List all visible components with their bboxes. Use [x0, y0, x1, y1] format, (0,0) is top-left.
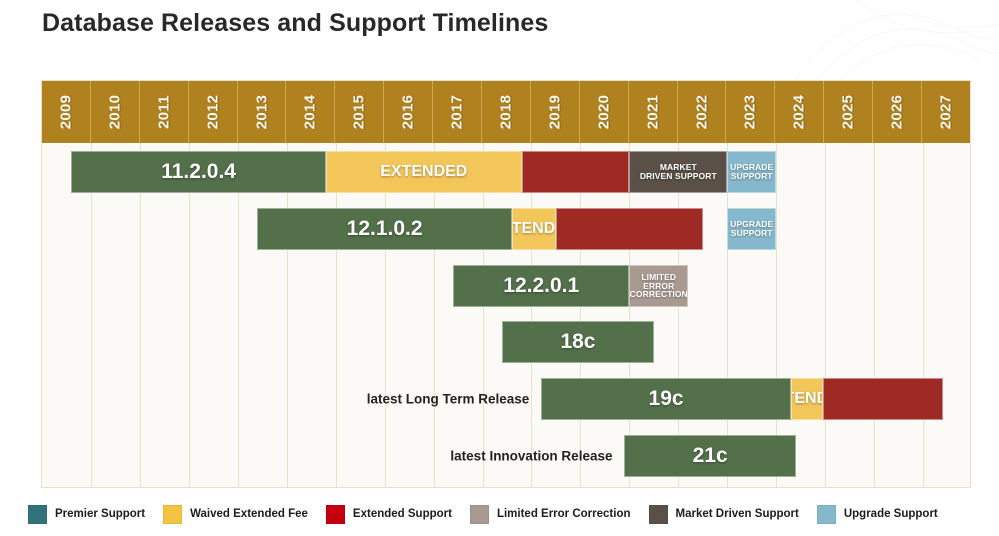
year-header-cell-2018[interactable]: 2018	[482, 81, 531, 143]
row-label: latest Long Term Release	[366, 391, 530, 407]
timeline-row-18c: 18c	[42, 321, 970, 363]
timeline-row-12.2.0.1: 12.2.0.1 LIMITED ERROR CORRECTION	[42, 265, 970, 307]
year-label: 2027	[937, 94, 955, 130]
year-header-cell-2022[interactable]: 2022	[678, 81, 727, 143]
year-label: 2012	[204, 94, 222, 130]
year-label: 2026	[888, 94, 906, 130]
timeline-row-19c: latest Long Term Release 19c EXTENDED	[42, 378, 970, 420]
segment-label: 12.2.0.1	[503, 273, 580, 297]
year-header-cell-2019[interactable]: 2019	[531, 81, 580, 143]
year-header-cell-2017[interactable]: 2017	[433, 81, 483, 143]
legend-item-4[interactable]: Market Driven Support	[648, 504, 799, 524]
year-label: 2021	[644, 94, 662, 130]
year-header-cell-2024[interactable]: 2024	[775, 81, 825, 143]
year-label: 2015	[350, 94, 368, 130]
segment-label: 12.1.0.2	[346, 216, 423, 240]
legend-label: Market Driven Support	[675, 508, 799, 520]
timeline-segment-11.2.0.4-upgrade_support[interactable]: UPGRADE SUPPORT	[727, 151, 777, 193]
legend-swatch	[163, 504, 183, 524]
timeline-segment-11.2.0.4-market_driven_support[interactable]: MARKET DRIVEN SUPPORT	[629, 151, 728, 193]
year-label: 2014	[301, 94, 319, 130]
year-label: 2009	[57, 94, 75, 130]
timeline-segment-12.2.0.1-limited_error_correction[interactable]: LIMITED ERROR CORRECTION	[629, 265, 689, 307]
legend-swatch	[469, 504, 489, 524]
legend-label: Extended Support	[352, 508, 452, 520]
chart-legend: Premier Support Waived Extended Fee Extend…	[28, 503, 983, 525]
segment-label: 11.2.0.4	[161, 159, 236, 183]
segment-label: MARKET DRIVEN SUPPORT	[639, 162, 717, 181]
segment-label: 18c	[560, 329, 596, 353]
year-header-cell-2026[interactable]: 2026	[873, 81, 923, 143]
year-label: 2023	[741, 94, 759, 130]
segment-label: 21c	[692, 443, 728, 467]
legend-item-2[interactable]: Extended Support	[325, 504, 452, 524]
year-header-cell-2027[interactable]: 2027	[922, 81, 970, 143]
year-label: 2018	[497, 94, 515, 130]
year-header-cell-2011[interactable]: 2011	[140, 81, 189, 143]
timeline-segment-21c-premier_support[interactable]: 21c	[624, 435, 796, 477]
year-header-cell-2012[interactable]: 2012	[189, 81, 238, 143]
timeline-segment-19c-waived_extended_fee[interactable]: EXTENDED	[790, 378, 823, 420]
legend-item-5[interactable]: Upgrade Support	[816, 504, 938, 524]
year-header-cell-2013[interactable]: 2013	[238, 81, 287, 143]
legend-label: Limited Error Correction	[496, 508, 631, 520]
page-title: Database Releases and Support Timelines	[42, 9, 549, 37]
year-header-cell-2023[interactable]: 2023	[726, 81, 776, 143]
row-label: latest Innovation Release	[450, 448, 613, 464]
timeline-segment-11.2.0.4-waived_extended_fee[interactable]: EXTENDED	[325, 151, 522, 193]
timeline-segment-19c-premier_support[interactable]: 19c	[541, 378, 791, 420]
segment-label: 19c	[648, 386, 684, 410]
legend-label: Premier Support	[55, 508, 146, 520]
timeline-segment-18c-premier_support[interactable]: 18c	[502, 321, 654, 363]
legend-swatch	[648, 504, 668, 524]
timeline-segment-12.1.0.2-extended_support[interactable]	[555, 208, 703, 250]
segment-label: EXTENDED	[511, 219, 556, 237]
timeline-row-12.1.0.2: 12.1.0.2 EXTENDED UPGRADESUPPORT	[42, 208, 970, 250]
timeline-segment-12.1.0.2-upgrade_support[interactable]: UPGRADE SUPPORT	[727, 208, 777, 250]
timeline-segment-12.1.0.2-waived_extended_fee[interactable]: EXTENDED	[511, 208, 556, 250]
timeline-rows: 11.2.0.4 EXTENDED MARKET DRIVEN SUPPORT UPGR…	[42, 143, 970, 487]
year-header-cell-2014[interactable]: 2014	[286, 81, 336, 143]
legend-item-1[interactable]: Waived Extended Fee	[163, 504, 308, 524]
year-label: 2017	[448, 94, 466, 130]
timeline-segment-12.1.0.2-premier_support[interactable]: 12.1.0.2	[257, 208, 512, 250]
year-label: 2013	[253, 94, 270, 130]
timeline-row-21c: latest Innovation Release 21c	[42, 435, 970, 477]
year-label: 2024	[790, 94, 808, 130]
legend-swatch	[325, 504, 345, 524]
year-header-cell-2020[interactable]: 2020	[580, 81, 629, 143]
timeline-row-11.2.0.4: 11.2.0.4 EXTENDED MARKET DRIVEN SUPPORT UPGR…	[42, 151, 970, 193]
year-label: 2019	[546, 94, 564, 130]
timeline-segment-11.2.0.4-extended_support[interactable]	[521, 151, 630, 193]
year-header-cell-2015[interactable]: 2015	[335, 81, 385, 143]
segment-label: LIMITED ERROR CORRECTION	[629, 271, 688, 300]
segment-label: EXTENDED	[792, 389, 822, 407]
legend-label: Waived Extended Fee	[190, 508, 308, 520]
year-label: 2011	[155, 95, 173, 129]
timeline-segment-12.2.0.1-premier_support[interactable]: 12.2.0.1	[453, 265, 630, 307]
timeline-chart: 2009 2010 2011 2012 2013 2014 2015 2016 2017 2018…	[41, 80, 971, 488]
segment-label: UPGRADE SUPPORT	[730, 219, 774, 238]
legend-swatch	[816, 504, 836, 524]
legend-label: Upgrade Support	[843, 508, 938, 520]
year-header-cell-2009[interactable]: 2009	[42, 81, 91, 143]
year-header-cell-2016[interactable]: 2016	[384, 81, 434, 143]
segment-label: UPGRADE SUPPORT	[730, 162, 774, 181]
timeline-segment-19c-extended_support[interactable]	[822, 378, 943, 420]
year-label: 2025	[839, 94, 857, 130]
year-label: 2020	[595, 94, 613, 130]
legend-item-0[interactable]: Premier Support	[28, 504, 146, 524]
year-axis-header: 2009 2010 2011 2012 2013 2014 2015 2016 2017 2018…	[42, 81, 970, 143]
year-header-cell-2021[interactable]: 2021	[629, 81, 678, 143]
year-header-cell-2025[interactable]: 2025	[824, 81, 874, 143]
year-label: 2016	[399, 94, 417, 130]
legend-swatch	[28, 504, 47, 524]
year-header-cell-2010[interactable]: 2010	[91, 81, 140, 143]
year-label: 2022	[693, 94, 711, 130]
timeline-segment-11.2.0.4-premier_support[interactable]: 11.2.0.4	[71, 151, 326, 193]
segment-label: EXTENDED	[380, 162, 468, 180]
year-label: 2010	[106, 94, 124, 130]
legend-item-3[interactable]: Limited Error Correction	[469, 504, 631, 524]
